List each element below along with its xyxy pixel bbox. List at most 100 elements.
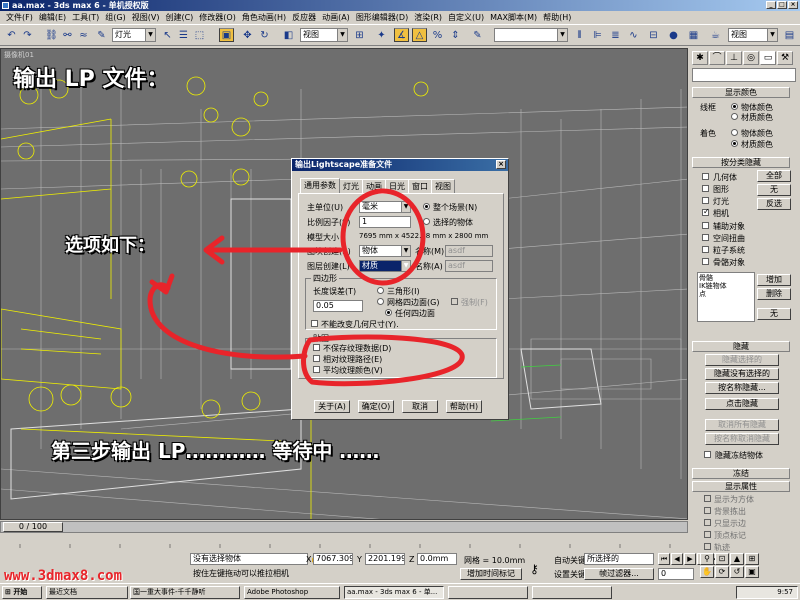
- layer-manager-icon[interactable]: ≣: [608, 28, 623, 42]
- wire-object-color-radio[interactable]: [731, 103, 738, 110]
- main-unit-dropdown[interactable]: 毫米 ▼: [359, 201, 411, 213]
- rollout-display-color[interactable]: 显示颜色: [692, 87, 790, 98]
- tab-animation[interactable]: 动画: [362, 179, 386, 194]
- close-icon[interactable]: ×: [496, 160, 506, 169]
- category-cameras-checkbox[interactable]: ✓: [702, 207, 710, 216]
- menu-graph-editors[interactable]: 图形编辑器(D): [353, 12, 411, 23]
- schematic-icon[interactable]: ⊟: [646, 28, 661, 42]
- cancel-button[interactable]: 取消: [402, 400, 438, 413]
- category-spacewarps-checkbox[interactable]: [702, 234, 709, 241]
- average-texture-color-checkbox[interactable]: [313, 366, 320, 373]
- motion-tab-icon[interactable]: ◎: [743, 51, 759, 65]
- any-quad-radio[interactable]: [385, 309, 392, 316]
- help-button[interactable]: 帮助(H): [446, 400, 482, 413]
- hierarchy-tab-icon[interactable]: ⊥: [726, 51, 742, 65]
- prop-trajectory-checkbox[interactable]: [704, 543, 711, 550]
- shaded-object-color-radio[interactable]: [731, 129, 738, 136]
- material-editor-icon[interactable]: ●: [666, 28, 681, 42]
- bind-spacewarp-icon[interactable]: ≈: [76, 28, 91, 42]
- tab-window[interactable]: 窗口: [408, 179, 432, 194]
- taskbar-item[interactable]: Adobe Photoshop: [244, 586, 340, 599]
- relative-texture-path-checkbox[interactable]: [313, 355, 320, 362]
- no-change-geom-checkbox[interactable]: [311, 320, 318, 327]
- align-icon[interactable]: ⊫: [590, 28, 605, 42]
- select-object-icon[interactable]: ↖: [160, 28, 175, 42]
- menu-edit[interactable]: 编辑(E): [36, 12, 69, 23]
- mirror-icon[interactable]: ⫴: [572, 28, 587, 42]
- menu-maxscript[interactable]: MAX脚本(M): [487, 12, 540, 23]
- manipulate-icon[interactable]: ✦: [374, 28, 389, 42]
- edit-named-selection-icon[interactable]: ✎: [470, 28, 485, 42]
- prop-backface-checkbox[interactable]: [704, 507, 711, 514]
- menu-help[interactable]: 帮助(H): [540, 12, 574, 23]
- hide-selected-button[interactable]: 隐藏选择的: [705, 354, 779, 366]
- taskbar-item[interactable]: 国一重大事件-千千静听: [130, 586, 240, 599]
- selection-filter-dropdown[interactable]: 灯光 ▼: [112, 28, 156, 42]
- y-coord-field[interactable]: 2201.199: [365, 553, 405, 565]
- category-helpers-checkbox[interactable]: [702, 222, 709, 229]
- prop-edges-checkbox[interactable]: [704, 519, 711, 526]
- utilities-tab-icon[interactable]: ⚒: [777, 51, 793, 65]
- snap-icon[interactable]: ∡: [394, 28, 409, 42]
- menu-group[interactable]: 组(G): [102, 12, 128, 23]
- region-select-icon[interactable]: ⬚: [192, 28, 207, 42]
- spinner-snap-icon[interactable]: ⇕: [448, 28, 463, 42]
- ref-coord-dropdown[interactable]: 视图 ▼: [300, 28, 348, 42]
- menu-modifiers[interactable]: 修改器(O): [196, 12, 239, 23]
- select-link-icon[interactable]: ⛓: [44, 28, 59, 42]
- shaded-material-color-radio[interactable]: [731, 140, 738, 147]
- track-bar[interactable]: [0, 534, 688, 548]
- category-shapes-checkbox[interactable]: [702, 185, 709, 192]
- category-lights-checkbox[interactable]: [702, 197, 709, 204]
- unhide-by-name-button[interactable]: 按名称取消隐藏: [705, 433, 779, 445]
- layer-name-field[interactable]: asdf: [445, 260, 493, 272]
- quick-render-icon[interactable]: ☕: [708, 28, 723, 42]
- select-by-name-icon[interactable]: ☰: [176, 28, 191, 42]
- list-item[interactable]: 骨骼: [699, 274, 753, 282]
- wire-material-color-radio[interactable]: [731, 113, 738, 120]
- display-tab-icon[interactable]: ▭: [760, 51, 776, 65]
- zoom-extents-icon[interactable]: ⊡: [715, 553, 729, 565]
- zoom-all-icon[interactable]: ⊞: [745, 553, 759, 565]
- window-crossing-icon[interactable]: ▣: [219, 28, 234, 42]
- menu-rendering[interactable]: 渲染(R): [411, 12, 445, 23]
- modify-tab-icon[interactable]: ⌒: [709, 51, 725, 65]
- invert-button[interactable]: 反选: [757, 198, 791, 210]
- unlink-icon[interactable]: ⚯: [60, 28, 75, 42]
- time-slider[interactable]: 0 / 100: [0, 521, 688, 533]
- no-save-texture-checkbox[interactable]: [313, 344, 320, 351]
- field-of-view-icon[interactable]: ▲: [730, 553, 744, 565]
- hide-frozen-checkbox[interactable]: [704, 451, 711, 458]
- taskbar-item[interactable]: [532, 586, 612, 599]
- maximize-viewport-icon[interactable]: ▣: [745, 566, 759, 578]
- x-coord-field[interactable]: 7067.309: [313, 553, 353, 565]
- all-button[interactable]: 全部: [757, 170, 791, 182]
- maximize-button[interactable]: □: [777, 1, 787, 9]
- menu-file[interactable]: 文件(F): [3, 12, 36, 23]
- block-name-field[interactable]: asdf: [445, 245, 493, 257]
- key-selection-set-dropdown[interactable]: 所选择的: [584, 553, 654, 565]
- hide-unselected-button[interactable]: 隐藏没有选择的: [705, 368, 779, 380]
- percent-snap-icon[interactable]: %: [430, 28, 445, 42]
- key-icon[interactable]: ⚷: [530, 562, 539, 576]
- none-button[interactable]: 无: [757, 184, 791, 196]
- menu-view[interactable]: 视图(V): [129, 12, 163, 23]
- rollout-hide-by-category[interactable]: 按分类隐藏: [692, 157, 790, 168]
- add-time-tag-button[interactable]: 增加时间标记: [460, 568, 522, 580]
- force-checkbox[interactable]: [451, 298, 458, 305]
- category-particles-checkbox[interactable]: [702, 246, 709, 253]
- rollout-display-props[interactable]: 显示属性: [692, 481, 790, 492]
- remove-button[interactable]: 删除: [757, 288, 791, 300]
- menu-customize[interactable]: 自定义(U): [445, 12, 487, 23]
- rollout-hide[interactable]: 隐藏: [692, 341, 790, 352]
- curve-editor-icon[interactable]: ∿: [626, 28, 641, 42]
- block-create-dropdown[interactable]: 物体 ▼: [359, 245, 411, 257]
- orbit-icon[interactable]: ⟳: [715, 566, 729, 578]
- create-tab-icon[interactable]: ✱: [692, 51, 708, 65]
- key-filters-button[interactable]: 帧过滤器...: [584, 568, 654, 580]
- layer-create-dropdown[interactable]: 材质 ▼: [359, 260, 411, 272]
- prop-box-checkbox[interactable]: [704, 495, 711, 502]
- category-geometry-checkbox[interactable]: [702, 173, 709, 180]
- rotate-icon[interactable]: ↻: [257, 28, 272, 42]
- render-scene-icon[interactable]: ▦: [686, 28, 701, 42]
